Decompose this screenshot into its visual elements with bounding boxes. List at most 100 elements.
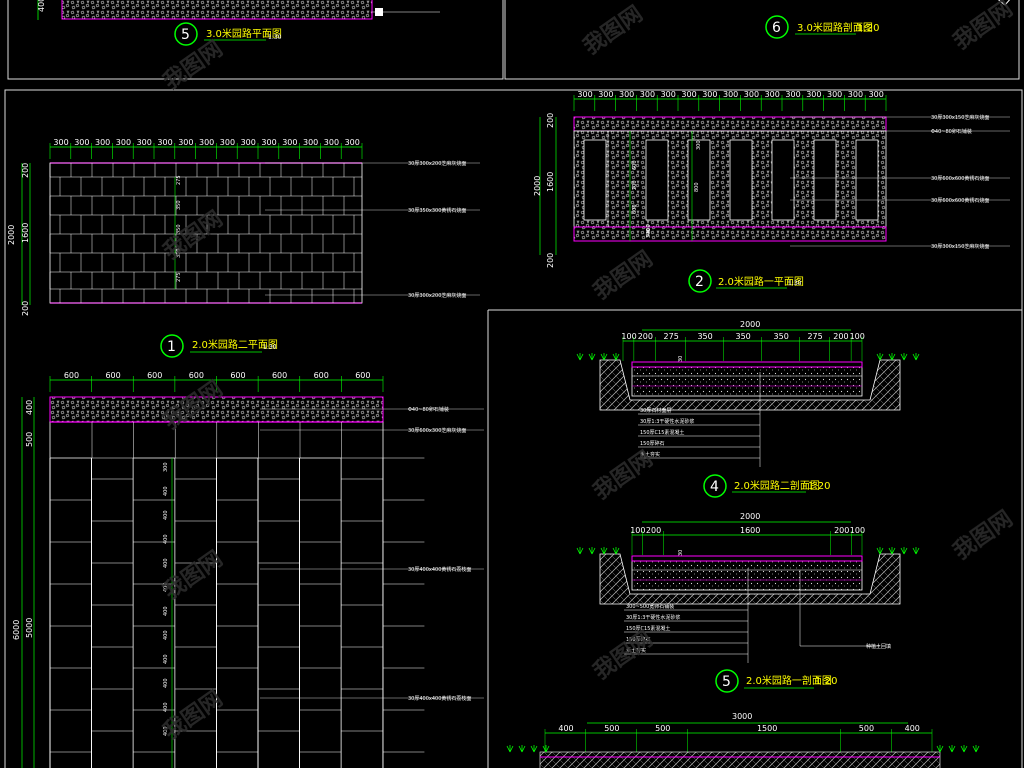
v3-top-dim-5: 600	[272, 371, 287, 380]
v2-note-3: 30厚600x600黄锈石烧面	[931, 197, 989, 204]
v1-left-dim-2: 200	[21, 301, 30, 316]
v3-inner-dim-2: 400	[163, 510, 169, 520]
v3-inner-dim-0: 300	[163, 462, 169, 472]
v2-number: 2	[695, 274, 704, 290]
v7-dim-2: 500	[655, 724, 670, 733]
v2-inner-dim-extra: 300	[696, 140, 702, 150]
v4-dim-8: 100	[850, 332, 865, 341]
v5-dim-2: 1600	[740, 526, 760, 535]
v3-inner-dim-4: 400	[163, 558, 169, 568]
v2-top-dim-12: 300	[827, 90, 842, 99]
v5-number: 5	[722, 674, 731, 690]
v4-dim-7: 200	[833, 332, 848, 341]
v3-top-dim-1: 600	[105, 371, 120, 380]
v7-dim-4: 500	[859, 724, 874, 733]
v1-top-dim-4: 300	[137, 138, 152, 147]
v2-top-dim-3: 300	[640, 90, 655, 99]
v3-inner-dim-3: 400	[163, 534, 169, 544]
v1-top-dim-10: 300	[261, 138, 276, 147]
v2-top-dim-11: 300	[806, 90, 821, 99]
v2-top-dim-5: 300	[681, 90, 696, 99]
v4-dim-1: 200	[638, 332, 653, 341]
v1-top-dim-14: 300	[345, 138, 360, 147]
v7-dim-5: 400	[905, 724, 920, 733]
v3-note-3: 30厚400x400黄锈石荔枝面	[408, 695, 471, 702]
v4-number: 4	[710, 479, 719, 495]
v1-inner-dim-4: 275	[176, 272, 182, 282]
v2-top-dim-10: 300	[785, 90, 800, 99]
v3-inner-dim-7: 400	[163, 630, 169, 640]
v1-top-dim-11: 300	[282, 138, 297, 147]
top-panel: 400 5 3.0米园路平面图 1:30 6 3.0米园路剖面图 1:20	[7, 0, 1020, 80]
v5top-number: 5	[181, 27, 190, 43]
v3-left-dim-2: 5000	[25, 618, 34, 638]
v4-dim-5: 350	[774, 332, 789, 341]
watermark-text: 我图网	[159, 37, 227, 95]
v2-top-dim-13: 300	[848, 90, 863, 99]
v4-scale: 1:20	[808, 481, 830, 492]
view-1-plan: 300 300 300 300 300 300 300 300 300 300 300 300 300 3…	[7, 138, 480, 358]
v2-top-dim-2: 300	[619, 90, 634, 99]
v3-left-dim-0: 400	[25, 400, 34, 415]
v1-note-0: 30厚300x200芝麻灰烧面	[408, 160, 466, 167]
v5-dim-1: 200	[646, 526, 661, 535]
v5-dim-0: 100	[630, 526, 645, 535]
v3-inner-dim-8: 400	[163, 654, 169, 664]
v1-note-1: 30厚350x300黄锈石烧面	[408, 207, 466, 214]
v1-top-dim-5: 300	[157, 138, 172, 147]
v3-top-dim-7: 600	[355, 371, 370, 380]
v1-top-dim-1: 300	[74, 138, 89, 147]
v5-layer-2: 150厚C15素混凝土	[626, 625, 670, 632]
v3-inner-dim-9: 400	[163, 678, 169, 688]
v3-inner-dim-6: 400	[163, 606, 169, 616]
v4-layer-0: 30厚石材面层	[640, 407, 671, 414]
cad-drawing-canvas: 400 5 3.0米园路平面图 1:30 6 3.0米园路剖面图 1:20 30…	[4, 0, 1023, 768]
v2-note-1: Φ40~80卵石铺装	[931, 128, 972, 135]
v2-top-dim-6: 300	[702, 90, 717, 99]
v4-vert-0: 30	[678, 356, 684, 362]
v1-left-dim-0: 200	[21, 163, 30, 178]
v1-number: 1	[167, 339, 176, 355]
v7-total: 3000	[732, 712, 752, 721]
view-2-plan: 300 300 300 300 300 300 300 300 300 300 300 300 300 3…	[533, 90, 1010, 293]
v1-top-dim-3: 300	[116, 138, 131, 147]
v2-left-dim-1: 1600	[546, 172, 555, 192]
v3-top-dim-2: 600	[147, 371, 162, 380]
v4-total: 2000	[740, 320, 760, 329]
watermark-text: 我图网	[589, 247, 657, 305]
v2-left-total: 2000	[533, 176, 542, 196]
view-7-section: 3000 400 500 500 1500 500 400	[506, 712, 980, 768]
v2-note-0: 30厚300x150芝麻灰烧面	[931, 114, 989, 121]
v2-left-dim-2: 200	[546, 253, 555, 268]
v3-left-dim-1: 500	[25, 432, 34, 447]
v4-layer-1: 30厚1:3干硬性水泥砂浆	[640, 418, 694, 425]
v1-top-dimensions: 300 300 300 300 300 300 300 300 300 300 300 300 300 3…	[49, 138, 363, 159]
v1-top-dim-0: 300	[53, 138, 68, 147]
v1-left-total: 2000	[7, 225, 16, 245]
v5-side-note: 种植土回填	[866, 643, 891, 650]
v1-top-dim-7: 300	[199, 138, 214, 147]
v3-inner-dim-10: 400	[163, 702, 169, 712]
v5-dim-3: 200	[834, 526, 849, 535]
v3-top-dim-6: 600	[314, 371, 329, 380]
v2-top-dim-1: 300	[598, 90, 613, 99]
v4-layer-3: 150厚碎石	[640, 440, 665, 447]
v2-top-dimensions: 300 300 300 300 300 300 300 300 300 300 300 300 300 3…	[573, 90, 887, 111]
v4-layer-2: 150厚C15素混凝土	[640, 429, 684, 436]
v3-note-2: 30厚400x400黄锈石荔枝面	[408, 566, 471, 573]
v5-vert-0: 30	[678, 550, 684, 556]
v5-scale: 1:20	[815, 676, 837, 687]
v2-inner-dim-4: 300	[646, 228, 652, 238]
v6top-number: 6	[772, 20, 781, 36]
v1-top-dim-9: 300	[241, 138, 256, 147]
v4-dim-2: 275	[664, 332, 679, 341]
v1-top-dim-13: 300	[324, 138, 339, 147]
v6top-scale: 1:20	[857, 23, 879, 34]
v4-dim-0: 100	[621, 332, 636, 341]
watermark-text: 我图网	[579, 2, 647, 60]
v7-dimensions: 400 500 500 1500 500 400	[544, 724, 933, 753]
v5-layer-0: 300~500宽卵石铺装	[626, 603, 674, 610]
v1-inner-dim-1: 350	[176, 200, 182, 210]
v5top-dim-left: 400	[37, 0, 46, 12]
v5-dim-4: 100	[850, 526, 865, 535]
